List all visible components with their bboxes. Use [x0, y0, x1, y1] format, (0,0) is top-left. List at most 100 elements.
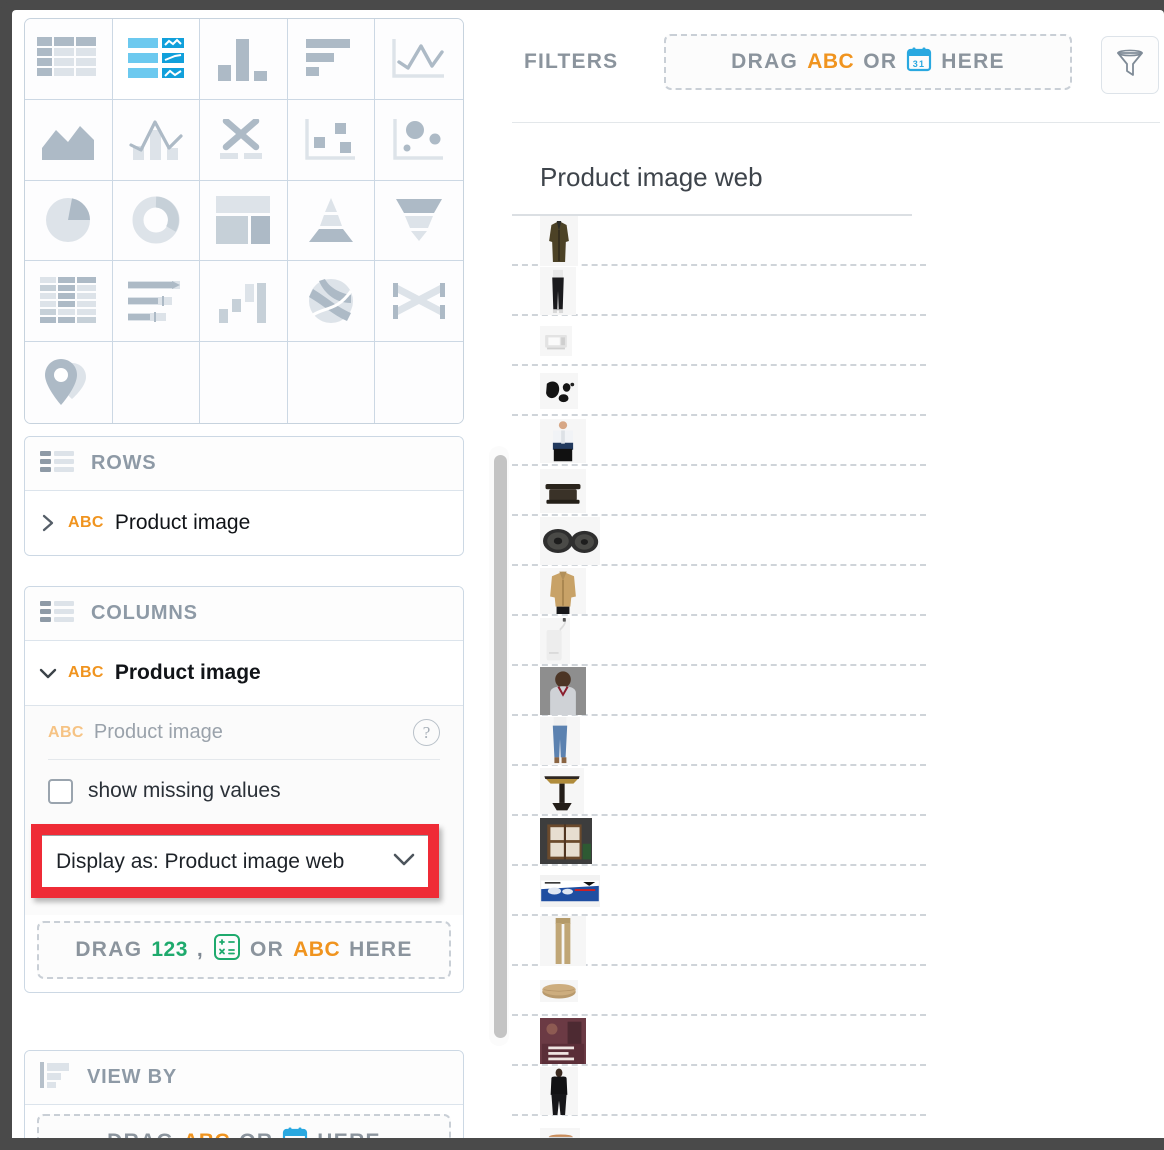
columns-dropzone-wrap: DRAG 123 , OR ABC HERE — [25, 915, 463, 992]
white-appliance-thumbnail[interactable] — [540, 326, 572, 356]
window-frame: ROWS ABC Product image COLUMNS ABC Produ… — [0, 0, 1164, 1150]
chart-type-waterfall-chart-icon[interactable] — [200, 261, 288, 343]
rows-field-pill[interactable]: ABC Product image — [25, 491, 463, 555]
kenwood-speaker-box-thumbnail[interactable] — [540, 875, 600, 907]
dropzone-abc-tag: ABC — [293, 938, 341, 961]
blue-jeans-model-thumbnail[interactable] — [540, 717, 580, 765]
chart-type-chord-chart-icon[interactable] — [287, 261, 376, 343]
chart-type-pyramid-chart-icon[interactable] — [287, 180, 376, 262]
table-row[interactable] — [512, 366, 926, 416]
filters-dropzone-wrap: DRAG ABC OR 31 HERE — [664, 34, 1072, 90]
chart-type-pie-chart-icon[interactable] — [25, 180, 113, 262]
left-configuration-panel: ROWS ABC Product image COLUMNS ABC Produ… — [24, 18, 476, 1144]
chart-type-funnel-chart-icon[interactable] — [375, 180, 463, 262]
columns-shelf-header: COLUMNS — [25, 587, 463, 641]
rows-shelf-title: ROWS — [91, 452, 157, 474]
man-grey-sweatshirt-thumbnail[interactable] — [540, 667, 586, 715]
table-row[interactable] — [512, 416, 926, 466]
detail-field-label: Product image — [93, 721, 223, 743]
wooden-bookcase-thumbnail[interactable] — [540, 818, 592, 864]
show-missing-values-checkbox[interactable] — [48, 778, 73, 804]
dropzone-or-label: OR — [250, 938, 285, 961]
dropzone-number-tag: 123 — [151, 938, 188, 961]
dropzone-comma: , — [196, 938, 205, 961]
tan-trousers-thumbnail[interactable] — [540, 916, 586, 966]
table-row[interactable] — [512, 1066, 926, 1116]
chart-type-gantt-chart-icon[interactable] — [112, 261, 201, 343]
chart-type-grid[interactable] — [24, 18, 464, 424]
table-row[interactable] — [512, 566, 926, 616]
table-row[interactable] — [512, 816, 926, 866]
white-jacket-model-thumbnail[interactable] — [540, 419, 586, 463]
chart-type-column-chart-icon[interactable] — [200, 19, 288, 100]
black-tracksuit-model-thumbnail[interactable] — [540, 1067, 578, 1115]
chevron-right-icon[interactable] — [39, 514, 57, 532]
wooden-pedestal-table-thumbnail[interactable] — [540, 768, 584, 814]
chart-type-scatter-chart-icon[interactable] — [287, 99, 376, 181]
chart-type-sankey-chart-icon[interactable] — [375, 261, 463, 343]
chart-type-bubble-chart-icon[interactable] — [375, 99, 463, 181]
table-row[interactable] — [512, 666, 926, 716]
black-joggers-thumbnail[interactable] — [540, 267, 576, 315]
filters-dropzone[interactable]: DRAG ABC OR 31 HERE — [664, 34, 1072, 90]
black-earbuds-thumbnail[interactable] — [540, 373, 578, 409]
data-column-header: Product image web — [540, 162, 763, 192]
black-ottoman-thumbnail[interactable] — [540, 469, 586, 513]
calculation-icon — [213, 933, 241, 967]
chart-type-combo-chart-icon[interactable] — [112, 99, 201, 181]
tan-parka-model-thumbnail[interactable] — [540, 568, 586, 614]
chart-type-sparkline-table-chart-icon[interactable] — [112, 19, 201, 100]
chevron-down-icon[interactable] — [392, 852, 416, 872]
chart-type-area-chart-icon[interactable] — [25, 99, 113, 181]
chart-type-empty-tile — [200, 342, 288, 423]
table-row[interactable] — [512, 766, 926, 816]
table-row[interactable] — [512, 966, 926, 1016]
woven-round-pouf-thumbnail[interactable] — [540, 980, 578, 1002]
columns-field-pill[interactable]: ABC Product image — [25, 641, 463, 705]
dropzone-here-label: HERE — [349, 938, 413, 961]
filter-button[interactable] — [1101, 36, 1159, 94]
chart-type-map-chart-icon[interactable] — [25, 342, 113, 423]
olive-hooded-jacket-thumbnail[interactable] — [540, 216, 578, 266]
viewby-shelf-header: VIEW BY — [25, 1051, 463, 1105]
white-power-bank-thumbnail[interactable] — [540, 618, 570, 664]
chart-type-box-plot-chart-icon[interactable] — [200, 99, 288, 181]
table-row[interactable] — [512, 216, 926, 266]
columns-field-label: Product image — [114, 661, 261, 684]
chart-type-table-chart-icon[interactable] — [25, 19, 113, 100]
rows-icon — [40, 450, 74, 477]
chart-type-empty-tile — [287, 342, 376, 423]
chart-type-donut-chart-icon[interactable] — [112, 180, 201, 262]
album-cover-art-thumbnail[interactable] — [540, 1018, 586, 1064]
chart-type-empty-tile — [375, 342, 463, 423]
table-row[interactable] — [512, 466, 926, 516]
filters-bar: FILTERS DRAG ABC OR 31 HERE — [504, 24, 1164, 100]
table-row[interactable] — [512, 266, 926, 316]
display-as-highlight-box: Display as: Product image web — [31, 824, 439, 898]
rows-shelf-header: ROWS — [25, 437, 463, 491]
table-row[interactable] — [512, 1016, 926, 1066]
columns-icon — [40, 600, 74, 627]
show-missing-values-row[interactable]: show missing values — [39, 760, 449, 822]
table-row[interactable] — [512, 916, 926, 966]
car-speakers-thumbnail[interactable] — [540, 517, 600, 565]
display-as-dropdown[interactable]: Display as: Product image web — [42, 835, 428, 887]
table-row[interactable] — [512, 866, 926, 916]
table-row[interactable] — [512, 716, 926, 766]
chart-type-heatmap-table-icon[interactable] — [25, 261, 113, 343]
svg-text:31: 31 — [913, 59, 926, 69]
chart-type-treemap-chart-icon[interactable] — [200, 180, 288, 262]
table-row[interactable] — [512, 616, 926, 666]
help-icon[interactable]: ? — [413, 719, 440, 746]
chart-type-bar-chart-icon[interactable] — [287, 19, 376, 100]
dropzone-here-label: HERE — [941, 50, 1005, 73]
chart-type-line-chart-icon[interactable] — [375, 19, 463, 100]
viewby-shelf: VIEW BY DRAG ABC OR 31 — [24, 1050, 464, 1144]
funnel-icon — [1115, 47, 1145, 84]
table-row[interactable] — [512, 316, 926, 366]
chevron-down-icon[interactable] — [39, 664, 57, 682]
dropzone-drag-label: DRAG — [75, 938, 143, 961]
columns-measure-dropzone[interactable]: DRAG 123 , OR ABC HERE — [37, 921, 451, 979]
table-row[interactable] — [512, 516, 926, 566]
columns-shelf-title: COLUMNS — [91, 602, 198, 624]
